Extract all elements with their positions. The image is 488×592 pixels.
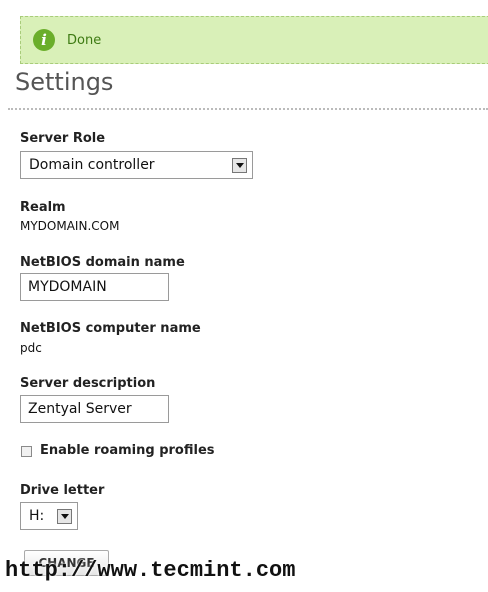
- netbios-domain-input[interactable]: MYDOMAIN: [20, 273, 169, 301]
- drive-letter-value: H:: [29, 508, 45, 524]
- netbios-domain-value: MYDOMAIN: [28, 279, 107, 295]
- chevron-down-icon: [57, 508, 72, 524]
- server-role-label: Server Role: [20, 131, 106, 146]
- page-title: Settings: [15, 68, 114, 96]
- server-description-label: Server description: [20, 376, 156, 391]
- success-notice: i Done: [20, 16, 488, 64]
- server-description-input[interactable]: Zentyal Server: [20, 395, 169, 423]
- realm-label: Realm: [20, 200, 66, 215]
- drive-letter-label: Drive letter: [20, 483, 105, 498]
- roaming-profiles-checkbox[interactable]: [21, 446, 32, 457]
- notice-text: Done: [67, 32, 102, 48]
- chevron-down-icon: [232, 157, 247, 173]
- roaming-profiles-label: Enable roaming profiles: [40, 443, 215, 458]
- server-role-value: Domain controller: [29, 157, 155, 173]
- netbios-computer-label: NetBIOS computer name: [20, 321, 201, 336]
- server-description-value: Zentyal Server: [28, 401, 132, 417]
- netbios-computer-value: pdc: [20, 341, 42, 355]
- title-divider: [8, 108, 488, 110]
- drive-letter-select[interactable]: H:: [20, 502, 78, 530]
- info-icon: i: [33, 29, 55, 51]
- netbios-domain-label: NetBIOS domain name: [20, 255, 185, 270]
- watermark-text: http://www.tecmint.com: [5, 558, 296, 583]
- server-role-select[interactable]: Domain controller: [20, 151, 253, 179]
- realm-value: MYDOMAIN.COM: [20, 219, 120, 233]
